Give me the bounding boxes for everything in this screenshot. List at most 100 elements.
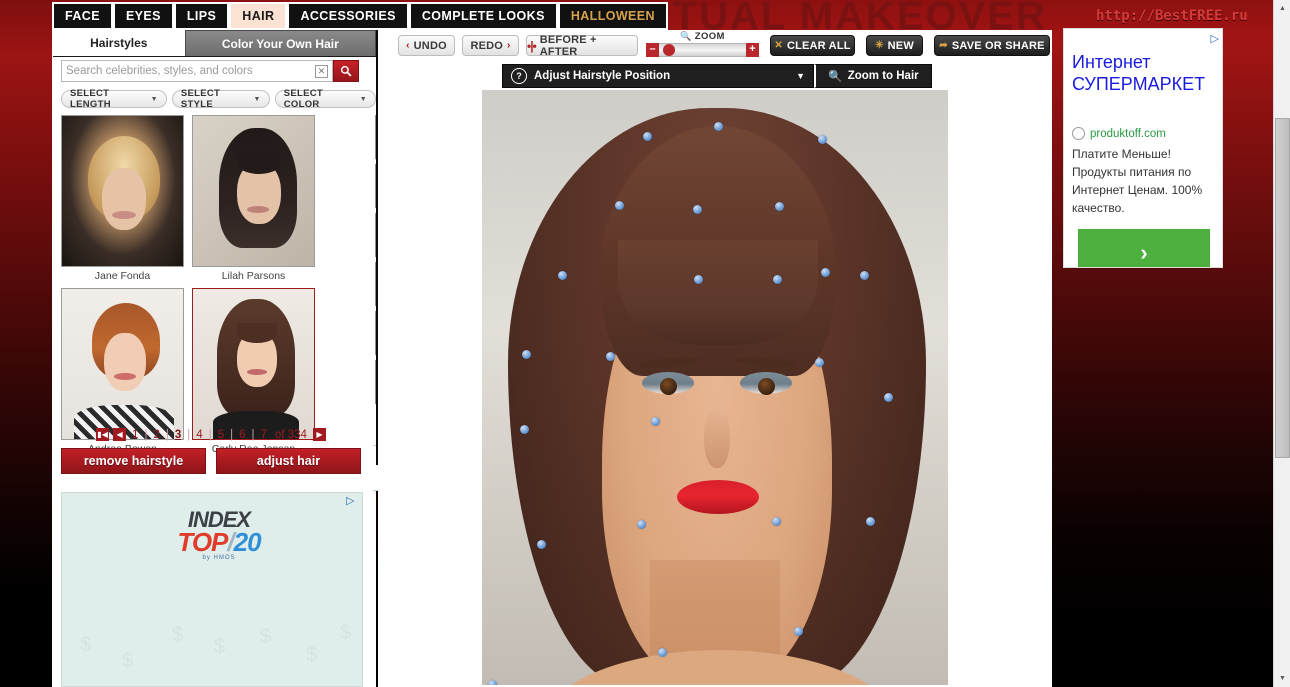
hairstyle-card-0[interactable]: Jane Fonda bbox=[61, 115, 184, 282]
select-color-dropdown[interactable]: SELECT COLOR ▼ bbox=[274, 88, 376, 110]
select-length-dropdown[interactable]: SELECT LENGTH ▼ bbox=[61, 88, 167, 110]
scroll-down-icon[interactable]: ▼ bbox=[1274, 670, 1290, 687]
adjust-hairstyle-position-label: Adjust Hairstyle Position bbox=[534, 70, 671, 82]
pagination-first-button[interactable]: ▮◀ bbox=[96, 428, 110, 441]
new-button[interactable]: ✳ NEW bbox=[866, 35, 923, 56]
pagination-page-7[interactable]: 7 bbox=[259, 429, 269, 441]
hairstyle-handle-16[interactable] bbox=[520, 425, 529, 434]
help-icon[interactable]: ? bbox=[511, 68, 527, 84]
lips bbox=[677, 480, 759, 514]
adjust-hairstyle-position-dropdown[interactable]: ? Adjust Hairstyle Position ▼ bbox=[502, 64, 814, 88]
hairstyle-handle-13[interactable] bbox=[651, 417, 660, 426]
zoom-slider-handle[interactable] bbox=[663, 44, 675, 56]
pagination-prev-button[interactable]: ◀ bbox=[113, 428, 127, 441]
pagination-page-1[interactable]: 1 bbox=[130, 429, 140, 441]
nav-tab-halloween[interactable]: HALLOWEEN bbox=[558, 3, 667, 29]
pagination-page-3[interactable]: 3 bbox=[173, 429, 183, 441]
ad-logo-top: TOP bbox=[177, 527, 228, 557]
before-after-button[interactable]: •|• BEFORE + AFTER bbox=[526, 34, 638, 58]
hairstyle-handle-9[interactable] bbox=[773, 275, 782, 284]
tab-color-your-own-hair[interactable]: Color Your Own Hair bbox=[184, 30, 376, 56]
tab-hairstyles[interactable]: Hairstyles bbox=[53, 30, 185, 56]
chevron-down-icon: ▼ bbox=[253, 95, 261, 103]
before-after-icon: •|• bbox=[527, 38, 537, 53]
hairstyle-handle-6[interactable] bbox=[821, 268, 830, 277]
hairstyle-handle-20[interactable] bbox=[537, 540, 546, 549]
pagination-page-6[interactable]: 6 bbox=[237, 429, 247, 441]
ad-title[interactable]: Интернет СУПЕРМАРКЕТ bbox=[1072, 51, 1218, 95]
hairstyle-handle-3[interactable] bbox=[615, 201, 624, 210]
sidebar-advertisement[interactable]: ▷ INDEX TOP/20 by HMOS $ $ $ $ $ $ $ bbox=[61, 492, 363, 687]
hairstyle-handle-18[interactable] bbox=[772, 517, 781, 526]
chevron-down-icon: ▼ bbox=[359, 95, 367, 103]
hairstyle-handle-8[interactable] bbox=[694, 275, 703, 284]
save-or-share-button[interactable]: ➦ SAVE OR SHARE bbox=[934, 35, 1050, 56]
nav-tab-hair[interactable]: HAIR bbox=[230, 3, 287, 29]
nav-tab-lips[interactable]: LIPS bbox=[174, 3, 229, 29]
clear-search-icon[interactable]: ✕ bbox=[315, 65, 328, 78]
nav-tab-face[interactable]: FACE bbox=[53, 3, 112, 29]
hairstyle-handle-19[interactable] bbox=[866, 517, 875, 526]
hairstyle-handle-4[interactable] bbox=[693, 205, 702, 214]
ad-choices-icon[interactable]: ▷ bbox=[1211, 32, 1219, 45]
hairstyle-handle-5[interactable] bbox=[775, 202, 784, 211]
pagination-page-5[interactable]: 5 bbox=[216, 429, 226, 441]
ad-url-label: produktoff.com bbox=[1090, 127, 1166, 140]
search-input[interactable] bbox=[62, 61, 320, 81]
hairstyle-handle-0[interactable] bbox=[643, 132, 652, 141]
new-label: NEW bbox=[887, 39, 914, 52]
hairstyle-handle-14[interactable] bbox=[815, 358, 824, 367]
hairstyle-thumbnail-image[interactable] bbox=[192, 115, 315, 267]
ad-url[interactable]: produktoff.com bbox=[1072, 127, 1166, 140]
zoom-to-hair-button[interactable]: 🔍 Zoom to Hair bbox=[814, 64, 932, 88]
pagination-separator: | bbox=[144, 428, 148, 441]
scrollbar-thumb[interactable] bbox=[1275, 118, 1290, 458]
ad-choices-icon[interactable]: ▷ bbox=[346, 496, 359, 507]
ad-cta-button[interactable]: › bbox=[1078, 229, 1210, 267]
left-sidebar: Hairstyles Color Your Own Hair ✕ SELECT … bbox=[52, 30, 431, 687]
hairstyle-thumbnail-image[interactable] bbox=[61, 288, 184, 440]
hairstyle-thumbnail-image[interactable] bbox=[192, 288, 315, 440]
pagination-next-button[interactable]: ▶ bbox=[312, 428, 326, 441]
nav-tab-complete-looks[interactable]: COMPLETE LOOKS bbox=[409, 3, 557, 29]
hairstyle-handle-12[interactable] bbox=[606, 352, 615, 361]
adjust-hair-button[interactable]: adjust hair bbox=[216, 448, 361, 474]
search-row: ✕ bbox=[61, 60, 361, 82]
editor-canvas-panel: ‹ UNDO REDO › •|• BEFORE + AFTER 🔍 ZOOM … bbox=[378, 30, 1052, 687]
nav-tab-eyes[interactable]: EYES bbox=[113, 3, 173, 29]
hairstyle-handle-1[interactable] bbox=[714, 122, 723, 131]
vertical-scrollbar[interactable]: ▲ ▼ bbox=[1273, 0, 1290, 687]
search-button[interactable] bbox=[333, 60, 359, 82]
chevron-left-icon: ‹ bbox=[406, 40, 410, 51]
ad-logo-top20: TOP/20 bbox=[154, 527, 284, 558]
hairstyle-handle-21[interactable] bbox=[794, 627, 803, 636]
hairstyle-handle-17[interactable] bbox=[637, 520, 646, 529]
hairstyle-card-1[interactable]: Lilah Parsons bbox=[192, 115, 315, 282]
search-box[interactable]: ✕ bbox=[61, 60, 333, 82]
undo-button[interactable]: ‹ UNDO bbox=[398, 35, 455, 56]
zoom-out-button[interactable]: – bbox=[646, 43, 659, 57]
nav-tab-accessories[interactable]: ACCESSORIES bbox=[288, 3, 408, 29]
hairstyle-handle-23[interactable] bbox=[488, 680, 497, 685]
remove-hairstyle-button[interactable]: remove hairstyle bbox=[61, 448, 206, 474]
hairstyle-handle-10[interactable] bbox=[860, 271, 869, 280]
right-advertisement[interactable]: ▷ Интернет СУПЕРМАРКЕТ produktoff.com Пл… bbox=[1063, 28, 1223, 268]
scroll-up-icon[interactable]: ▲ bbox=[1274, 0, 1290, 17]
hair-action-buttons: remove hairstyle adjust hair bbox=[61, 448, 361, 474]
hairstyle-handle-2[interactable] bbox=[818, 135, 827, 144]
pagination-page-2[interactable]: 2 bbox=[151, 429, 161, 441]
pagination-page-4[interactable]: 4 bbox=[194, 429, 204, 441]
redo-button[interactable]: REDO › bbox=[462, 35, 519, 56]
hairstyle-thumbnail-image[interactable] bbox=[61, 115, 184, 267]
clear-all-button[interactable]: ✕ CLEAR ALL bbox=[770, 35, 855, 56]
hairstyle-handle-7[interactable] bbox=[558, 271, 567, 280]
zoom-in-button[interactable]: + bbox=[746, 43, 759, 57]
hairstyle-handle-22[interactable] bbox=[658, 648, 667, 657]
search-icon: 🔍 bbox=[828, 71, 843, 83]
hairstyle-handle-11[interactable] bbox=[522, 350, 531, 359]
makeover-photo[interactable] bbox=[482, 90, 948, 685]
hairstyle-handle-15[interactable] bbox=[884, 393, 893, 402]
ad-body-text: Платите Меньше! Продукты питания по Инте… bbox=[1072, 147, 1203, 215]
zoom-control: 🔍 ZOOM – + bbox=[646, 31, 759, 61]
select-style-dropdown[interactable]: SELECT STYLE ▼ bbox=[171, 88, 270, 110]
